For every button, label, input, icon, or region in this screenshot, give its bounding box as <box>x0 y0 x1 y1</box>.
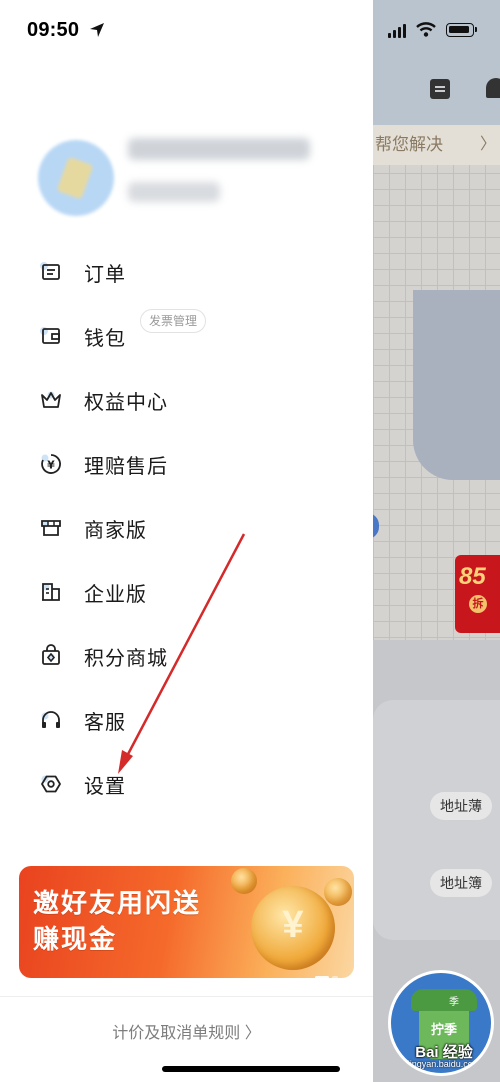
yuan-coin-icon: ¥ <box>251 886 335 970</box>
document-icon <box>430 79 450 99</box>
user-phone-blurred <box>128 182 220 202</box>
pricing-cancellation-rules-link[interactable]: 计价及取消单规则 〉 <box>0 1019 373 1043</box>
headset-icon <box>36 705 66 735</box>
invite-friends-banner[interactable]: 邀好友用闪送 赚现金 ¥ <box>19 866 354 978</box>
menu-label: 钱包 <box>84 327 126 350</box>
address-book-button: 地址薄 <box>430 792 492 820</box>
menu-item-merchant[interactable]: 商家版 <box>36 506 346 550</box>
promo-red-packet: 85 拆 <box>455 555 500 633</box>
cellular-signal-icon <box>388 22 410 38</box>
watermark-url: jingyan.baidu.com <box>407 1059 481 1069</box>
user-name-blurred <box>128 138 310 160</box>
svg-text:¥: ¥ <box>47 459 55 472</box>
menu-label: 商家版 <box>84 519 147 542</box>
background-header <box>373 0 500 125</box>
baidu-jingyan-watermark: 季 拧季 Bai 经验 jingyan.baidu.com <box>388 970 494 1076</box>
crown-icon <box>36 385 66 415</box>
menu-item-points-mall[interactable]: 积分商城 <box>36 634 346 678</box>
banner-text: 邀好友用闪送 赚现金 <box>33 886 201 958</box>
menu-label: 理赔售后 <box>84 455 168 478</box>
banner-line-2: 赚现金 <box>33 925 118 955</box>
avatar[interactable] <box>38 140 114 216</box>
background-app: 帮您解决 〉 85 拆 地址薄 地址簿 <box>373 0 500 1082</box>
menu-item-claims[interactable]: ¥ 理赔售后 <box>36 442 346 486</box>
menu-label: 企业版 <box>84 583 147 606</box>
wallet-icon <box>36 321 66 351</box>
hexagon-settings-icon <box>36 769 66 799</box>
building-icon <box>36 577 66 607</box>
promo-amount: 85 <box>459 563 486 590</box>
points-bag-icon <box>36 641 66 671</box>
coin-icon <box>231 868 257 894</box>
wifi-icon <box>416 22 436 37</box>
coin-icon <box>324 878 352 906</box>
location-arrow-icon <box>90 23 104 37</box>
map-location-marker <box>373 513 379 539</box>
menu-label: 权益中心 <box>84 391 168 414</box>
store-icon <box>36 513 66 543</box>
menu-item-orders[interactable]: 订单 <box>36 250 346 294</box>
coin-symbol: ¥ <box>282 904 304 946</box>
background-card <box>373 700 500 940</box>
watermark-cup-text: 拧季 <box>430 1022 457 1037</box>
home-indicator[interactable] <box>162 1066 340 1072</box>
menu-item-enterprise[interactable]: 企业版 <box>36 570 346 614</box>
promo-open-tag: 拆 <box>469 595 487 613</box>
bell-icon <box>486 78 500 98</box>
banner-line-1: 邀好友用闪送 <box>33 889 202 919</box>
help-text: 帮您解决 <box>375 135 443 154</box>
order-list-icon <box>36 257 66 287</box>
battery-icon <box>446 23 477 37</box>
side-drawer: 09:50 订单 钱包 发票管理 权益中心 ¥ 理赔售后 商家版 企业版 积分商… <box>0 0 373 1082</box>
watermark-cup-small: 季 <box>449 997 459 1008</box>
menu-label: 积分商城 <box>84 647 168 670</box>
user-profile[interactable] <box>36 130 376 230</box>
status-time: 09:50 <box>27 19 80 41</box>
help-banner: 帮您解决 〉 <box>373 125 500 165</box>
menu-label: 订单 <box>84 263 126 286</box>
chevron-right-icon: 〉 <box>479 136 496 153</box>
menu-item-settings[interactable]: 设置 <box>36 762 346 806</box>
yuan-refund-icon: ¥ <box>36 449 66 479</box>
menu-label: 客服 <box>84 711 126 734</box>
menu-item-customer-service[interactable]: 客服 <box>36 698 346 742</box>
address-book-button: 地址簿 <box>430 869 492 897</box>
banner-pagination <box>315 966 341 978</box>
map-road <box>413 290 500 480</box>
divider <box>0 996 373 997</box>
menu-label: 设置 <box>84 775 126 798</box>
invoice-management-tag[interactable]: 发票管理 <box>140 309 207 333</box>
menu-item-benefits[interactable]: 权益中心 <box>36 378 346 422</box>
